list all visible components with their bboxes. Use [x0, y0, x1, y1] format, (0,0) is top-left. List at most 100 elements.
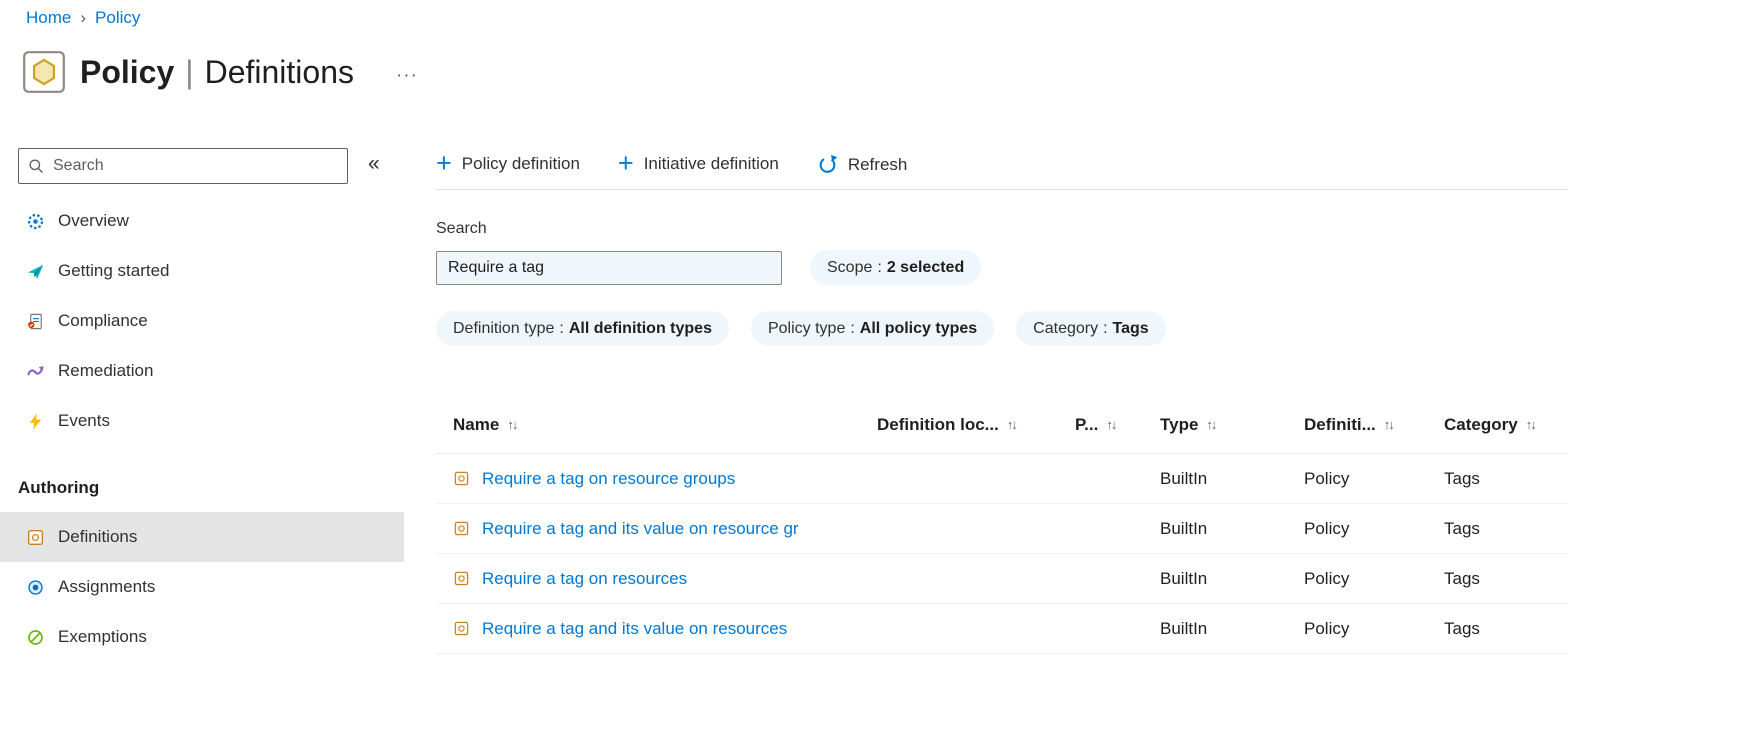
sidebar-item-events[interactable]: Events: [0, 396, 404, 446]
events-icon: [26, 412, 45, 431]
overview-icon: [26, 212, 45, 231]
column-header-name[interactable]: Name ↑↓: [436, 415, 877, 435]
type-cell: BuiltIn: [1160, 518, 1208, 538]
sidebar-item-label: Assignments: [58, 577, 156, 596]
sidebar-search-row: «: [18, 148, 404, 184]
column-header-type[interactable]: Type ↑↓: [1160, 415, 1304, 435]
policy-name-link[interactable]: Require a tag and its value on resource …: [482, 519, 799, 539]
refresh-icon: [817, 154, 838, 175]
column-header-definition-location[interactable]: Definition loc... ↑↓: [877, 415, 1075, 435]
definition-type-cell: Policy: [1304, 468, 1350, 488]
column-label: P...: [1075, 414, 1099, 434]
policy-name-link[interactable]: Require a tag and its value on resources: [482, 619, 787, 639]
sidebar-item-getting-started[interactable]: Getting started: [0, 246, 404, 296]
policy-definition-button[interactable]: + Policy definition: [436, 147, 580, 178]
sidebar-item-compliance[interactable]: Compliance: [0, 296, 404, 346]
plus-icon: +: [436, 147, 452, 178]
type-cell: BuiltIn: [1160, 568, 1208, 588]
sidebar-item-label: Definitions: [58, 527, 138, 546]
sidebar-item-definitions[interactable]: Definitions: [0, 512, 404, 562]
assignments-icon: [26, 578, 45, 597]
pill-value: All policy types: [859, 319, 978, 337]
pill-value: Tags: [1112, 319, 1149, 337]
compliance-icon: [26, 312, 45, 331]
column-header-category[interactable]: Category ↑↓: [1444, 415, 1568, 435]
sidebar-search-box: [18, 148, 348, 184]
main-content: + Policy definition + Initiative definit…: [436, 140, 1568, 654]
policy-definition-icon: [453, 620, 470, 637]
pill-separator: :: [877, 258, 882, 276]
sidebar-item-exemptions[interactable]: Exemptions: [0, 612, 404, 662]
command-label: Initiative definition: [643, 154, 779, 174]
breadcrumb: Home › Policy: [26, 8, 140, 28]
sidebar-item-label: Getting started: [58, 261, 170, 280]
name-cell: Require a tag and its value on resource …: [436, 519, 877, 539]
pill-separator: :: [1103, 319, 1108, 337]
sidebar-item-label: Remediation: [58, 361, 154, 380]
page-title-primary: Policy: [80, 53, 175, 90]
column-label: Type: [1160, 414, 1199, 434]
category-cell: Tags: [1444, 518, 1480, 538]
refresh-button[interactable]: Refresh: [817, 154, 908, 175]
policy-definition-icon: [453, 520, 470, 537]
table-row: Require a tag on resource groups BuiltIn…: [436, 454, 1568, 504]
sort-icon: ↑↓: [1383, 417, 1395, 432]
command-label: Refresh: [847, 154, 908, 174]
table-row: Require a tag on resources BuiltIn Polic…: [436, 554, 1568, 604]
pill-name: Category: [1033, 319, 1099, 337]
remediation-icon: [26, 362, 45, 381]
name-cell: Require a tag on resources: [436, 569, 877, 589]
definitions-search-input[interactable]: [436, 250, 782, 285]
type-cell: BuiltIn: [1160, 618, 1208, 638]
category-cell: Tags: [1444, 468, 1480, 488]
sidebar-item-label: Exemptions: [58, 627, 147, 646]
sidebar-item-overview[interactable]: Overview: [0, 196, 404, 246]
sidebar-item-label: Overview: [58, 211, 129, 230]
more-options-button[interactable]: ···: [392, 57, 422, 87]
policy-page-icon: [22, 50, 66, 94]
sort-icon: ↑↓: [1206, 417, 1217, 432]
breadcrumb-policy-link[interactable]: Policy: [95, 8, 140, 28]
name-cell: Require a tag and its value on resources: [436, 619, 877, 639]
scope-filter-pill[interactable]: Scope : 2 selected: [810, 250, 982, 285]
page-title-separator: |: [185, 53, 194, 90]
definition-type-filter-pill[interactable]: Definition type : All definition types: [436, 311, 729, 346]
policy-type-filter-pill[interactable]: Policy type : All policy types: [750, 311, 995, 346]
sort-icon: ↑↓: [507, 417, 518, 432]
column-label: Definition loc...: [877, 414, 999, 434]
policy-name-link[interactable]: Require a tag on resources: [482, 569, 687, 589]
sidebar-item-label: Compliance: [58, 311, 148, 330]
definitions-icon: [26, 528, 45, 547]
sidebar-item-assignments[interactable]: Assignments: [0, 562, 404, 612]
title-bar: Policy | Definitions ···: [22, 50, 422, 94]
sort-icon: ↑↓: [1106, 417, 1117, 432]
category-filter-pill[interactable]: Category : Tags: [1016, 311, 1166, 346]
column-header-p[interactable]: P... ↑↓: [1075, 415, 1160, 435]
getting-started-icon: [26, 262, 45, 281]
category-cell: Tags: [1444, 568, 1480, 588]
pill-value: All definition types: [568, 319, 712, 337]
column-label: Name: [453, 414, 500, 434]
pill-name: Scope: [827, 258, 873, 276]
sort-icon: ↑↓: [1525, 417, 1537, 432]
definitions-table: Name ↑↓ Definition loc... ↑↓ P... ↑↓ Typ…: [436, 396, 1568, 654]
sidebar-item-remediation[interactable]: Remediation: [0, 346, 404, 396]
policy-name-link[interactable]: Require a tag on resource groups: [482, 469, 735, 489]
search-filter-label: Search: [436, 220, 487, 237]
sidebar-section-authoring: Authoring: [18, 478, 100, 497]
column-header-definition-type[interactable]: Definiti... ↑↓: [1304, 415, 1444, 435]
definition-type-cell: Policy: [1304, 618, 1350, 638]
column-label: Category: [1444, 414, 1518, 434]
pill-name: Definition type: [453, 319, 555, 337]
table-header-row: Name ↑↓ Definition loc... ↑↓ P... ↑↓ Typ…: [436, 396, 1568, 454]
page-title: Policy | Definitions: [80, 54, 354, 91]
initiative-definition-button[interactable]: + Initiative definition: [618, 149, 779, 176]
type-cell: BuiltIn: [1160, 468, 1208, 488]
filter-row-1: Scope : 2 selected: [436, 250, 1568, 285]
sidebar-item-label: Events: [58, 411, 110, 430]
table-row: Require a tag and its value on resource …: [436, 504, 1568, 554]
sidebar-collapse-button[interactable]: «: [364, 152, 384, 180]
sidebar-search-input[interactable]: [18, 148, 348, 184]
command-bar: + Policy definition + Initiative definit…: [436, 140, 1568, 190]
breadcrumb-home-link[interactable]: Home: [26, 8, 71, 28]
